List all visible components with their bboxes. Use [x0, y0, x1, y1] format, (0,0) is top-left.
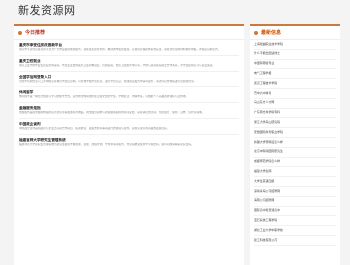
- news-desc: 重庆市享受住房改善新平台为广大市民提供便捷服务，旨在改善居住条件，推动城市更新发…: [19, 48, 221, 51]
- divider: [19, 70, 239, 72]
- side-link[interactable]: 北京中科院国际研究生: [254, 148, 336, 158]
- side-link[interactable]: 海南公司招聘网: [254, 197, 336, 207]
- side-link[interactable]: 浙江大学舟山研究院: [254, 118, 336, 129]
- side-link[interactable]: 马山东方人才网: [254, 99, 336, 109]
- news-item: 全国学信网登录入口 全国学信网登录入口为中国高等教育学生信息网，可查询学籍学历信…: [19, 75, 239, 88]
- news-desc: 全国学信网登录入口为中国高等教育学生信息网，可查询学籍学历信息，进行学历认证、在…: [19, 79, 197, 83]
- side-link-list: 上海戏曲职业技术学院 什么不能出国读博士 中国有哪些专业 电气工程学报 武汉工程…: [250, 40, 340, 246]
- news-item: 休闲留学 休闲留学是一种结合旅游与学习的留学方式，适合希望体验国外生活和文化的学…: [19, 90, 239, 104]
- side-link[interactable]: 广东南方商学院专科: [254, 109, 336, 119]
- side-link[interactable]: 国际高中和普通高中: [254, 207, 336, 217]
- side-link[interactable]: 福建大学生网: [254, 167, 336, 178]
- site-title[interactable]: 新发资源网: [18, 2, 76, 18]
- side-panel-header: 最新信息: [250, 26, 340, 40]
- news-desc: 福建师范大学研究生管理系统为研究生提供学籍管理、选课、成绩查询、学位申请等服务，…: [19, 142, 194, 146]
- news-desc: 重庆卫生学校毕业生就业形势良好，毕业生主要在医疗卫生机构就业，包括医院、社区卫生…: [19, 63, 216, 67]
- news-desc: 中国政企谈判是指政府与企业之间就合作项目、投资协议、政策支持等事项进行的协商与谈…: [19, 126, 170, 130]
- side-link[interactable]: 电气工程学报: [254, 69, 336, 80]
- side-link[interactable]: 宝石系统工程学院: [254, 216, 336, 227]
- side-panel: 最新信息 上海戏曲职业技术学院 什么不能出国读博士 中国有哪些专业 电气工程学报…: [250, 24, 340, 265]
- side-panel-title: 最新信息: [261, 30, 282, 36]
- main-panel-title: 今日推荐: [25, 30, 46, 36]
- divider: [19, 102, 239, 104]
- header-dot-icon: [254, 30, 258, 35]
- side-link[interactable]: 中国有哪些专业: [254, 60, 336, 70]
- news-item: 重庆市享受住房改善新平台 重庆市享受住房改善新平台为广大市民提供便捷服务，旨在改…: [19, 43, 239, 56]
- side-link[interactable]: 湖北工业大学中职学校: [254, 226, 336, 236]
- news-desc: 金融服务是指金融机构运用货币交易手段融通有价物品，向金融活动参与者和顾客提供的共…: [19, 111, 205, 115]
- divider: [19, 133, 239, 135]
- header-dot-icon: [18, 30, 22, 35]
- side-link[interactable]: 深圳青海公司招聘网: [254, 187, 336, 197]
- side-link[interactable]: 建工科技有限公司: [254, 236, 336, 246]
- news-item: 重庆卫校就业 重庆卫生学校毕业生就业形势良好，毕业生主要在医疗卫生机构就业，包括…: [19, 59, 239, 72]
- side-link[interactable]: 武汉工程技术学院: [254, 79, 336, 89]
- news-desc: 休闲留学是一种结合旅游与学习的留学方式，适合希望体验国外生活和文化的学生，学制灵…: [19, 95, 189, 99]
- news-item: 福建省师大学研究生管理系统 福建师范大学研究生管理系统为研究生提供学籍管理、选课…: [19, 138, 239, 147]
- news-item: 金融服务是指 金融服务是指金融机构运用货币交易手段融通有价物品，向金融活动参与者…: [19, 106, 239, 119]
- side-link[interactable]: 安徽国际商务职业学院: [254, 128, 336, 138]
- side-link[interactable]: 上海戏曲职业技术学院: [254, 40, 336, 50]
- divider: [19, 86, 239, 88]
- news-item: 中国政企谈判 中国政企谈判是指政府与企业之间就合作项目、投资协议、政策支持等事项…: [19, 122, 239, 135]
- news-list: 重庆市享受住房改善新平台 重庆市享受住房改善新平台为广大市民提供便捷服务，旨在改…: [14, 43, 244, 147]
- divider: [19, 54, 239, 56]
- side-link[interactable]: 新疆大学预科班怎么样: [254, 138, 336, 148]
- side-link[interactable]: 成都师范学院怎么样: [254, 158, 336, 168]
- side-link[interactable]: 巴中六中体育: [254, 89, 336, 99]
- main-panel: 今日推荐 重庆市享受住房改善新平台 重庆市享受住房改善新平台为广大市民提供便捷服…: [14, 24, 244, 265]
- main-panel-header: 今日推荐: [14, 26, 244, 40]
- divider: [19, 117, 239, 119]
- side-link[interactable]: 什么不能出国读博士: [254, 50, 336, 60]
- side-link[interactable]: 大学生英语四级: [254, 177, 336, 187]
